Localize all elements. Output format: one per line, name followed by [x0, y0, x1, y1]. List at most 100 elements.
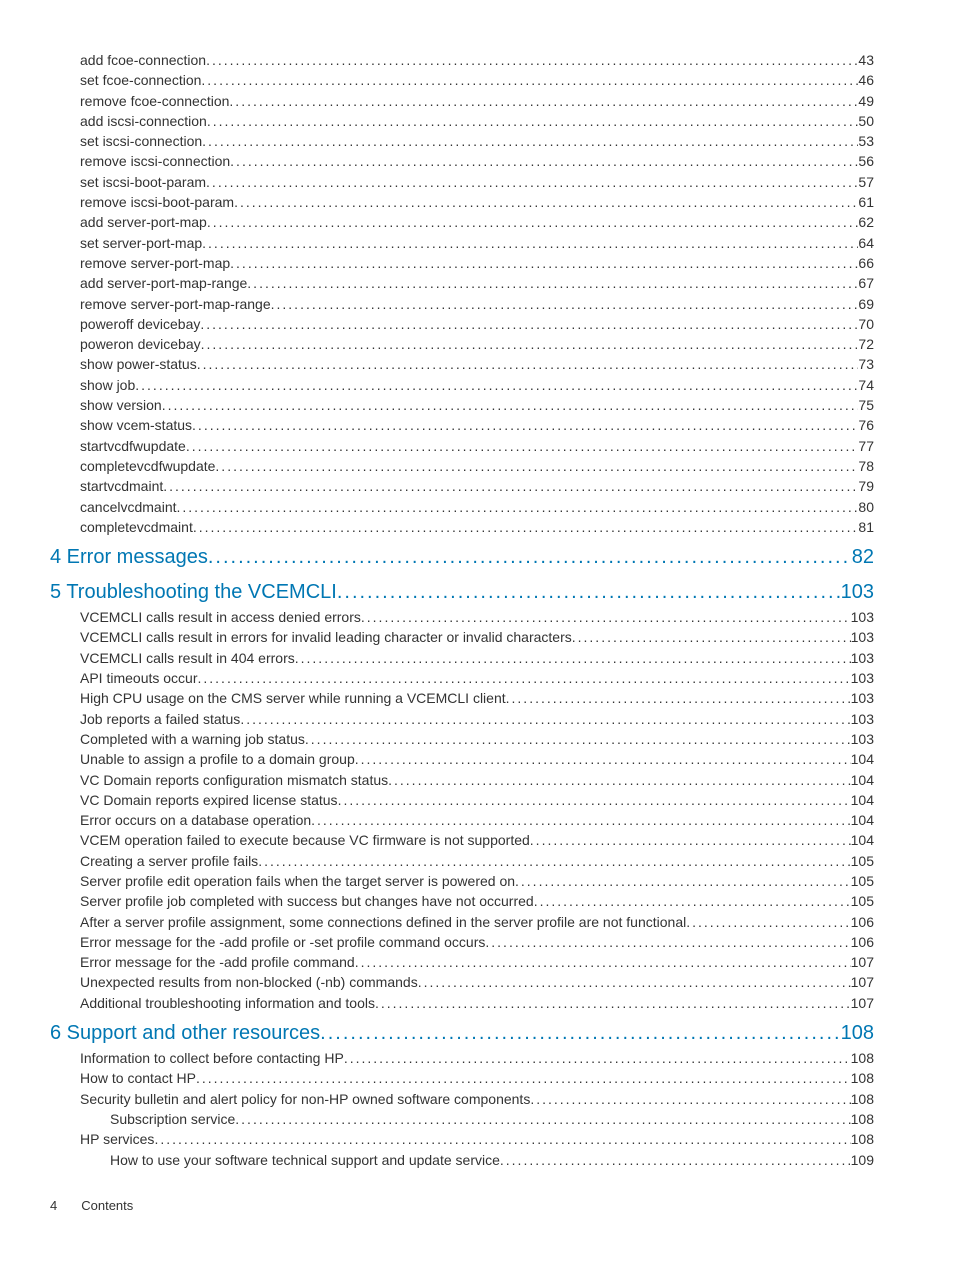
toc-entry-page: 104: [851, 749, 874, 769]
toc-entry[interactable]: VCEM operation failed to execute because…: [50, 830, 874, 850]
toc-entry-page: 108: [851, 1048, 874, 1068]
toc-entry-page: 43: [858, 50, 874, 70]
toc-entry[interactable]: After a server profile assignment, some …: [50, 912, 874, 932]
toc-entry[interactable]: poweroff devicebay70: [50, 314, 874, 334]
toc-leader-dots: [230, 151, 858, 171]
toc-entry[interactable]: show vcem-status76: [50, 415, 874, 435]
toc-entry-page: 49: [858, 91, 874, 111]
toc-entry[interactable]: VCEMCLI calls result in 404 errors103: [50, 648, 874, 668]
toc-entry-page: 107: [851, 972, 874, 992]
toc-entry[interactable]: 5 Troubleshooting the VCEMCLI103: [50, 578, 874, 607]
toc-entry-label: startvcdfwupdate: [80, 436, 186, 456]
toc-entry[interactable]: VCEMCLI calls result in access denied er…: [50, 607, 874, 627]
toc-entry[interactable]: Job reports a failed status103: [50, 709, 874, 729]
toc-entry-page: 104: [851, 830, 874, 850]
toc-entry[interactable]: add server-port-map62: [50, 212, 874, 232]
page-footer: 4 Contents: [50, 1198, 874, 1213]
toc-entry[interactable]: 4 Error messages82: [50, 543, 874, 572]
toc-entry[interactable]: set iscsi-boot-param57: [50, 172, 874, 192]
toc-entry[interactable]: Server profile edit operation fails when…: [50, 871, 874, 891]
toc-entry[interactable]: VC Domain reports configuration mismatch…: [50, 770, 874, 790]
toc-entry[interactable]: cancelvcdmaint 80: [50, 497, 874, 517]
toc-entry[interactable]: remove server-port-map-range69: [50, 294, 874, 314]
toc-entry[interactable]: remove server-port-map66: [50, 253, 874, 273]
toc-entry[interactable]: Creating a server profile fails 105: [50, 851, 874, 871]
toc-leader-dots: [305, 729, 851, 749]
toc-entry[interactable]: VC Domain reports expired license status…: [50, 790, 874, 810]
toc-entry[interactable]: Error message for the -add profile or -s…: [50, 932, 874, 952]
toc-entry[interactable]: remove fcoe-connection49: [50, 91, 874, 111]
toc-entry[interactable]: Completed with a warning job status103: [50, 729, 874, 749]
toc-leader-dots: [295, 648, 851, 668]
toc-entry-label: Error message for the -add profile comma…: [80, 952, 355, 972]
toc-entry[interactable]: Error occurs on a database operation104: [50, 810, 874, 830]
toc-entry-label: Creating a server profile fails: [80, 851, 258, 871]
toc-leader-dots: [515, 871, 851, 891]
toc-entry[interactable]: startvcdmaint79: [50, 476, 874, 496]
toc-entry-page: 103: [851, 729, 874, 749]
toc-entry-label: Server profile edit operation fails when…: [80, 871, 515, 891]
toc-entry[interactable]: set server-port-map 64: [50, 233, 874, 253]
toc-leader-dots: [163, 476, 858, 496]
toc-entry[interactable]: remove iscsi-boot-param61: [50, 192, 874, 212]
toc-entry[interactable]: startvcdfwupdate77: [50, 436, 874, 456]
toc-leader-dots: [215, 456, 858, 476]
toc-entry[interactable]: add fcoe-connection43: [50, 50, 874, 70]
toc-entry[interactable]: Unexpected results from non-blocked (-nb…: [50, 972, 874, 992]
toc-entry[interactable]: Information to collect before contacting…: [50, 1048, 874, 1068]
toc-entry-label: set server-port-map: [80, 233, 202, 253]
toc-entry-label: After a server profile assignment, some …: [80, 912, 686, 932]
toc-entry[interactable]: remove iscsi-connection56: [50, 151, 874, 171]
toc-entry[interactable]: completevcdmaint81: [50, 517, 874, 537]
toc-leader-dots: [572, 627, 851, 647]
toc-entry-label: Information to collect before contacting…: [80, 1048, 344, 1068]
toc-leader-dots: [530, 1089, 850, 1109]
toc-entry-label: completevcdfwupdate: [80, 456, 215, 476]
toc-entry-page: 66: [858, 253, 874, 273]
toc-entry-label: cancelvcdmaint: [80, 497, 177, 517]
toc-entry-page: 108: [851, 1068, 874, 1088]
toc-entry[interactable]: Server profile job completed with succes…: [50, 891, 874, 911]
toc-entry[interactable]: Additional troubleshooting information a…: [50, 993, 874, 1013]
toc-entry[interactable]: set iscsi-connection53: [50, 131, 874, 151]
toc-entry[interactable]: HP services108: [50, 1129, 874, 1149]
toc-entry[interactable]: Subscription service108: [50, 1109, 874, 1129]
toc-entry[interactable]: add server-port-map-range67: [50, 273, 874, 293]
toc-entry-label: remove server-port-map-range: [80, 294, 271, 314]
toc-entry-label: Error occurs on a database operation: [80, 810, 311, 830]
toc-leader-dots: [193, 517, 859, 537]
toc-leader-dots: [207, 212, 859, 232]
toc-leader-dots: [201, 70, 858, 90]
toc-entry-label: Unexpected results from non-blocked (-nb…: [80, 972, 418, 992]
toc-entry[interactable]: completevcdfwupdate78: [50, 456, 874, 476]
toc-entry[interactable]: add iscsi-connection50: [50, 111, 874, 131]
toc-entry[interactable]: show job74: [50, 375, 874, 395]
toc-entry[interactable]: API timeouts occur103: [50, 668, 874, 688]
toc-leader-dots: [177, 497, 859, 517]
toc-entry[interactable]: Unable to assign a profile to a domain g…: [50, 749, 874, 769]
toc-entry[interactable]: How to use your software technical suppo…: [50, 1150, 874, 1170]
toc-entry[interactable]: set fcoe-connection46: [50, 70, 874, 90]
toc-entry[interactable]: Error message for the -add profile comma…: [50, 952, 874, 972]
toc-entry-label: add iscsi-connection: [80, 111, 207, 131]
toc-entry[interactable]: VCEMCLI calls result in errors for inval…: [50, 627, 874, 647]
toc-entry-page: 105: [851, 851, 874, 871]
toc-leader-dots: [500, 1150, 851, 1170]
toc-entry-page: 80: [858, 497, 874, 517]
toc-entry[interactable]: show power-status73: [50, 354, 874, 374]
toc-entry-page: 64: [858, 233, 874, 253]
toc-entry-page: 108: [851, 1129, 874, 1149]
toc-entry[interactable]: How to contact HP108: [50, 1068, 874, 1088]
toc-leader-dots: [506, 688, 851, 708]
toc-entry-page: 106: [851, 912, 874, 932]
toc-entry-page: 104: [851, 770, 874, 790]
toc-entry[interactable]: poweron devicebay72: [50, 334, 874, 354]
toc-entry[interactable]: High CPU usage on the CMS server while r…: [50, 688, 874, 708]
toc-entry[interactable]: Security bulletin and alert policy for n…: [50, 1089, 874, 1109]
toc-entry[interactable]: 6 Support and other resources108: [50, 1019, 874, 1048]
toc-entry-page: 106: [851, 932, 874, 952]
toc-leader-dots: [207, 111, 859, 131]
footer-section: Contents: [81, 1198, 133, 1213]
toc-entry-label: add server-port-map: [80, 212, 207, 232]
toc-entry[interactable]: show version75: [50, 395, 874, 415]
